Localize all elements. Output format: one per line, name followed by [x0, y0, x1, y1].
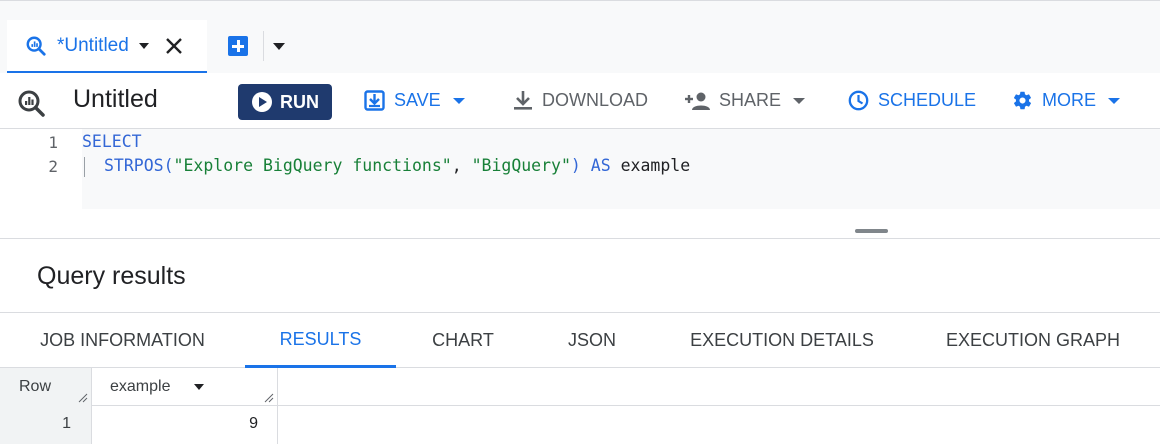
- tab-strip: *Untitled: [0, 0, 1160, 74]
- run-button-label: RUN: [280, 91, 319, 112]
- indent-guide: [84, 157, 85, 177]
- person-add-icon: [685, 92, 710, 110]
- query-editor-icon: [18, 90, 45, 117]
- alias: example: [620, 156, 691, 175]
- column-header-label: Row: [19, 378, 52, 395]
- more-button[interactable]: MORE: [1012, 90, 1120, 111]
- gear-icon: [1013, 91, 1032, 110]
- tab-execution-details[interactable]: EXECUTION DETAILS: [654, 313, 910, 368]
- editor-footer: [0, 209, 1160, 239]
- query-icon: [26, 36, 46, 56]
- row-number: 1: [62, 415, 71, 432]
- schedule-button[interactable]: SCHEDULE: [848, 90, 976, 111]
- code-line-1: SELECT: [82, 132, 142, 151]
- tab-execution-graph[interactable]: EXECUTION GRAPH: [910, 313, 1156, 368]
- function-strpos: STRPOS(: [104, 156, 174, 175]
- schedule-button-label: SCHEDULE: [878, 90, 977, 110]
- tab-json[interactable]: JSON: [530, 313, 654, 368]
- column-header-example[interactable]: example: [92, 368, 278, 406]
- keyword-as: AS: [580, 156, 621, 175]
- query-title[interactable]: Untitled: [73, 85, 158, 114]
- column-header-row: Row: [0, 368, 92, 406]
- results-tabs: JOB INFORMATION RESULTS CHART JSON EXECU…: [0, 313, 1160, 368]
- keyword-select: SELECT: [82, 132, 142, 151]
- chevron-down-icon: [1108, 97, 1120, 104]
- cell-value: 9: [249, 415, 258, 432]
- tab-job-information[interactable]: JOB INFORMATION: [0, 313, 245, 368]
- share-button-label: SHARE: [719, 90, 782, 110]
- string-literal: "Explore BigQuery functions": [173, 156, 452, 175]
- tab-chart[interactable]: CHART: [396, 313, 530, 368]
- line-number: 1: [48, 133, 58, 152]
- sql-editor[interactable]: 1 2 SELECT STRPOS("Explore BigQuery func…: [0, 129, 1160, 209]
- tab-options-chevron-down-icon[interactable]: [273, 43, 285, 50]
- column-menu-chevron-down-icon[interactable]: [194, 384, 204, 390]
- save-button[interactable]: SAVE: [364, 90, 465, 111]
- more-button-label: MORE: [1042, 90, 1096, 110]
- editor-tab-untitled[interactable]: *Untitled: [7, 20, 207, 74]
- table-header: Row example: [0, 368, 1160, 406]
- tab-title: *Untitled: [57, 34, 129, 56]
- table-row: 1 9: [0, 406, 1160, 444]
- tab-results[interactable]: RESULTS: [245, 313, 396, 368]
- string-literal: "BigQuery": [471, 156, 571, 175]
- separator: ,: [451, 156, 472, 175]
- download-button-label: DOWNLOAD: [542, 90, 649, 110]
- line-number: 2: [48, 157, 58, 176]
- resize-grip-icon[interactable]: [264, 393, 274, 403]
- line-number-gutter: 1 2: [0, 129, 82, 209]
- table-cell[interactable]: 9: [92, 406, 278, 444]
- results-title: Query results: [37, 262, 186, 290]
- download-button[interactable]: DOWNLOAD: [513, 90, 648, 111]
- run-button[interactable]: RUN: [238, 84, 332, 120]
- chevron-down-icon: [793, 97, 806, 104]
- save-button-label: SAVE: [394, 90, 441, 110]
- share-button[interactable]: SHARE: [684, 90, 806, 111]
- add-box-icon[interactable]: [228, 36, 248, 56]
- clock-icon: [848, 90, 869, 111]
- code-line-2: STRPOS("Explore BigQuery functions", "Bi…: [104, 156, 690, 175]
- tab-divider: [263, 31, 264, 61]
- tab-menu-chevron-down-icon[interactable]: [138, 42, 149, 49]
- close-paren: ): [570, 156, 581, 175]
- chevron-down-icon: [452, 97, 465, 104]
- resize-handle[interactable]: [855, 229, 888, 233]
- download-icon: [514, 91, 532, 110]
- resize-grip-icon[interactable]: [78, 393, 88, 403]
- save-icon: [364, 90, 385, 111]
- column-header-label: example: [110, 378, 171, 395]
- close-icon[interactable]: [165, 37, 183, 55]
- play-icon: [252, 92, 272, 112]
- code-area[interactable]: SELECT STRPOS("Explore BigQuery function…: [82, 129, 1160, 209]
- row-number-cell: 1: [0, 406, 92, 444]
